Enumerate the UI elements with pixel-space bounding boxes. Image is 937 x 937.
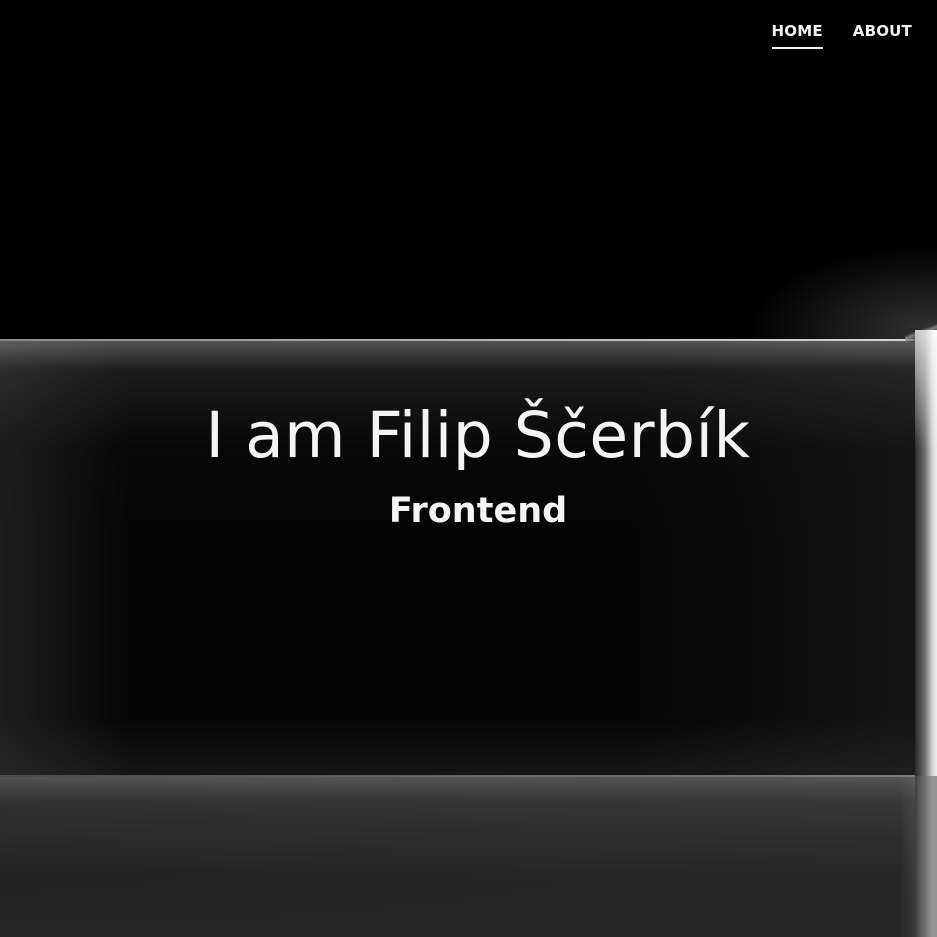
room-ceiling [0, 0, 937, 340]
hero-subtitle: Frontend [388, 491, 568, 531]
nav-link-about[interactable]: ABOUT [853, 22, 912, 46]
hero-title: I am Filip Ščerbík [205, 399, 751, 472]
room-floor-right [900, 776, 937, 937]
nav-link-home[interactable]: HOME [771, 22, 824, 49]
room-floor [0, 776, 915, 937]
page: HOME ABOUT I am Filip Ščerbík Frontend [0, 0, 937, 937]
room-floor-edge [0, 775, 915, 777]
main-nav: HOME ABOUT [771, 22, 913, 49]
room-wall-top-edge [0, 339, 915, 341]
hero: I am Filip Ščerbík Frontend [0, 393, 937, 533]
